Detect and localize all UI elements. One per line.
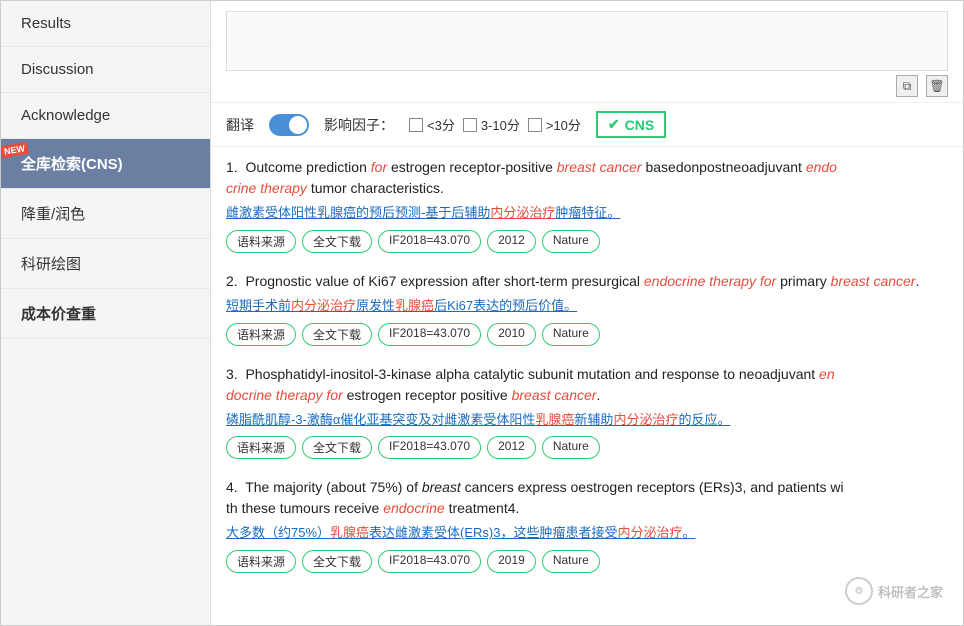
result-chinese-4: 大多数（约75%）乳腺癌表达雌激素受体(ERs)3，这些肿瘤患者接受内分泌治疗。 [226,523,948,544]
sidebar-item-label: 全库检索(CNS) [21,156,123,173]
tag-if-3[interactable]: IF2018=43.070 [378,436,481,459]
result-tags-2: 语料来源 全文下载 IF2018=43.070 2010 Nature [226,323,948,346]
tag-source-3[interactable]: 语料来源 [226,436,296,459]
result-title-3: 3. Phosphatidyl-inositol-3-kinase alpha … [226,364,948,406]
result-chinese-1: 雌激素受体阳性乳腺癌的预后预测-基于后辅助内分泌治疗肿瘤特征。 [226,203,948,224]
filter-bar: 翻译 影响因子： <3分 3-10分 >10分 ✔ [211,103,963,147]
results-area[interactable]: 1. Outcome prediction for estrogen recep… [211,147,963,625]
textarea-area: ⧉ 🗑 [211,1,963,103]
tag-if-2[interactable]: IF2018=43.070 [378,323,481,346]
tag-year-4[interactable]: 2019 [487,550,536,573]
result-chinese-3: 磷脂酰肌醇-3-激酶α催化亚基突变及对雌激素受体阳性乳腺癌新辅助内分泌治疗的反应… [226,410,948,431]
sidebar-item-label: Acknowledge [21,107,110,124]
filter-less3[interactable]: <3分 [409,115,455,134]
result-item-1: 1. Outcome prediction for estrogen recep… [226,157,948,253]
checkbox-more10[interactable] [528,118,542,132]
result-index-4: 4. [226,479,242,495]
sidebar-item-results[interactable]: Results [1,1,210,47]
copy-icon-button[interactable]: ⧉ [896,75,918,97]
sidebar-item-reduce[interactable]: 降重/润色 [1,189,210,239]
trash-icon: 🗑 [929,79,944,93]
main-content: ⧉ 🗑 翻译 影响因子： <3分 3-10分 [211,1,963,625]
search-textarea[interactable] [226,11,948,71]
result-item-2: 2. Prognostic value of Ki67 expression a… [226,271,948,346]
tag-year-1[interactable]: 2012 [487,230,536,253]
sidebar-item-drawing[interactable]: 科研绘图 [1,239,210,289]
result-item-3: 3. Phosphatidyl-inositol-3-kinase alpha … [226,364,948,460]
cns-button[interactable]: ✔ CNS [596,111,666,138]
tag-nature-3[interactable]: Nature [542,436,600,459]
result-tags-3: 语料来源 全文下载 IF2018=43.070 2012 Nature [226,436,948,459]
result-title-1: 1. Outcome prediction for estrogen recep… [226,157,948,199]
result-title-4: 4. The majority (about 75%) of breast ca… [226,477,948,519]
sidebar-item-label: Discussion [21,61,94,78]
tag-nature-4[interactable]: Nature [542,550,600,573]
filter-more10-label: >10分 [546,115,581,134]
tag-fulltext-4[interactable]: 全文下载 [302,550,372,573]
if-filter-group: <3分 3-10分 >10分 [409,115,581,134]
sidebar-item-label: 成本价查重 [21,306,96,323]
tag-year-2[interactable]: 2010 [487,323,536,346]
sidebar-item-label: Results [21,15,71,32]
sidebar-item-acknowledge[interactable]: Acknowledge [1,93,210,139]
delete-icon-button[interactable]: 🗑 [926,75,948,97]
sidebar-item-fullsearch[interactable]: NEW 全库检索(CNS) [1,139,210,189]
tag-fulltext-2[interactable]: 全文下载 [302,323,372,346]
cns-checkmark-icon: ✔ [608,116,620,133]
result-index-1: 1. [226,159,242,175]
result-tags-1: 语料来源 全文下载 IF2018=43.070 2012 Nature [226,230,948,253]
result-title-2: 2. Prognostic value of Ki67 expression a… [226,271,948,292]
sidebar-item-cost[interactable]: 成本价查重 [1,289,210,339]
tag-source-1[interactable]: 语料来源 [226,230,296,253]
tag-fulltext-3[interactable]: 全文下载 [302,436,372,459]
result-chinese-2: 短期手术前内分泌治疗原发性乳腺癌后Ki67表达的预后价值。 [226,296,948,317]
tag-if-1[interactable]: IF2018=43.070 [378,230,481,253]
filter-3-10-label: 3-10分 [481,115,520,134]
sidebar-item-discussion[interactable]: Discussion [1,47,210,93]
sidebar: Results Discussion Acknowledge NEW 全库检索(… [1,1,211,625]
checkbox-3-10[interactable] [463,118,477,132]
result-index-2: 2. [226,273,242,289]
cns-label: CNS [625,117,655,133]
translate-toggle[interactable] [269,114,309,136]
tag-source-4[interactable]: 语料来源 [226,550,296,573]
copy-icon: ⧉ [903,79,912,94]
checkbox-less3[interactable] [409,118,423,132]
if-label: 影响因子： [324,115,394,135]
tag-if-4[interactable]: IF2018=43.070 [378,550,481,573]
sidebar-item-label: 科研绘图 [21,256,81,273]
tag-nature-1[interactable]: Nature [542,230,600,253]
tag-source-2[interactable]: 语料来源 [226,323,296,346]
result-item-4: 4. The majority (about 75%) of breast ca… [226,477,948,573]
filter-more10[interactable]: >10分 [528,115,581,134]
result-tags-4: 语料来源 全文下载 IF2018=43.070 2019 Nature [226,550,948,573]
toggle-knob [289,116,307,134]
tag-nature-2[interactable]: Nature [542,323,600,346]
app-container: Results Discussion Acknowledge NEW 全库检索(… [0,0,964,626]
filter-3-10[interactable]: 3-10分 [463,115,520,134]
sidebar-item-label: 降重/润色 [21,206,85,223]
filter-less3-label: <3分 [427,115,455,134]
tag-year-3[interactable]: 2012 [487,436,536,459]
translate-label: 翻译 [226,115,254,135]
result-index-3: 3. [226,366,242,382]
tag-fulltext-1[interactable]: 全文下载 [302,230,372,253]
